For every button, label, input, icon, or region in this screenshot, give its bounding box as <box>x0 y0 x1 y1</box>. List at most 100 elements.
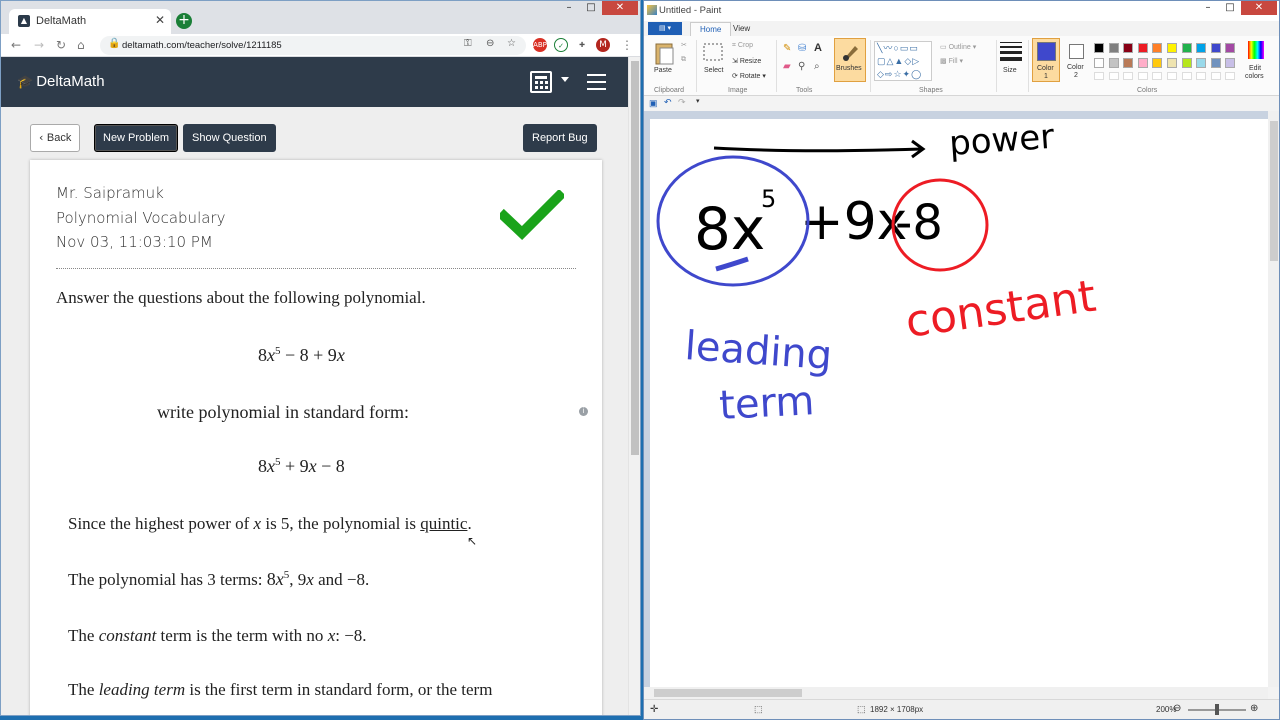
palette-swatch[interactable] <box>1225 58 1236 68</box>
custom-color-slot[interactable] <box>1210 72 1221 80</box>
report-bug-button[interactable]: Report Bug <box>523 124 597 152</box>
copy-icon[interactable]: ⧉ <box>681 56 686 64</box>
calculator-dropdown-icon[interactable] <box>561 77 569 82</box>
minimize-icon[interactable]: – <box>558 1 580 15</box>
palette-swatch[interactable] <box>1167 43 1177 53</box>
shapes-gallery[interactable]: ╲〰○▭▭ ▢△▲◇▷ ◇⇨☆✦◯ <box>874 41 932 81</box>
shield-extension-icon[interactable]: ✓ <box>554 38 568 52</box>
key-icon[interactable]: ⚿ <box>464 38 472 49</box>
magnifier-icon[interactable]: ⌕ <box>814 61 820 72</box>
calculator-icon[interactable] <box>530 71 552 93</box>
show-question-button[interactable]: Show Question <box>183 124 276 152</box>
palette-swatch[interactable] <box>1167 58 1177 68</box>
select-icon[interactable] <box>702 42 726 64</box>
deltamath-logo[interactable]: 🎓 DeltaMath <box>17 73 105 90</box>
palette-swatch[interactable] <box>1181 43 1192 53</box>
more-menu-icon[interactable]: ⋮ <box>621 38 633 52</box>
resize-button[interactable]: ⇲ Resize <box>732 57 761 65</box>
color2-button[interactable]: Color 2 <box>1064 38 1090 82</box>
close-window-icon[interactable]: ✕ <box>1241 1 1277 15</box>
file-menu-button[interactable]: ▤ ▾ <box>648 22 682 35</box>
custom-color-slot[interactable] <box>1196 72 1207 80</box>
maximize-icon[interactable]: □ <box>580 1 602 15</box>
adblock-extension-icon[interactable]: ABP <box>533 38 547 52</box>
drawing-canvas[interactable]: power 8x 5 +9x -8 leading term constant <box>650 117 1268 687</box>
hamburger-menu-icon[interactable] <box>587 74 606 95</box>
zoom-out-icon[interactable]: ⊖ <box>1173 703 1181 714</box>
palette-swatch[interactable] <box>1196 43 1207 53</box>
zoom-in-icon[interactable]: ⊕ <box>1250 703 1258 714</box>
custom-color-slot[interactable] <box>1152 72 1163 80</box>
reload-icon[interactable]: ↻ <box>56 38 66 52</box>
extensions-puzzle-icon[interactable]: ✚ <box>575 38 589 52</box>
palette-swatch[interactable] <box>1210 58 1221 68</box>
scrollbar-thumb[interactable] <box>654 689 802 697</box>
address-bar[interactable]: 🔒 deltamath.com/teacher/solve/1211185 ⚿ … <box>100 36 526 55</box>
minimize-icon[interactable]: – <box>1197 1 1219 15</box>
palette-swatch[interactable] <box>1108 43 1119 53</box>
palette-swatch[interactable] <box>1123 43 1134 53</box>
quintic-link[interactable]: quintic <box>420 514 467 533</box>
forward-arrow-icon[interactable]: → <box>34 38 44 52</box>
fill-bucket-icon[interactable]: ⛁ <box>798 43 806 54</box>
profile-avatar[interactable]: M <box>596 38 610 52</box>
scrollbar-thumb[interactable] <box>631 61 639 455</box>
home-icon[interactable]: ⌂ <box>77 38 85 52</box>
info-icon[interactable]: i <box>579 407 588 416</box>
fill-button[interactable]: ▩ Fill ▾ <box>940 57 963 65</box>
palette-swatch[interactable] <box>1094 58 1104 68</box>
redo-icon[interactable]: ↷ <box>678 97 686 108</box>
eraser-icon[interactable]: ▰ <box>783 61 791 72</box>
zoom-slider-thumb[interactable] <box>1215 704 1219 715</box>
page-scrollbar[interactable] <box>628 57 640 715</box>
custom-color-slot[interactable] <box>1137 72 1148 80</box>
palette-swatch[interactable] <box>1094 43 1104 53</box>
undo-icon[interactable]: ↶ <box>664 97 672 108</box>
color-picker-icon[interactable]: ⚲ <box>798 61 805 72</box>
palette-swatch[interactable] <box>1181 58 1192 68</box>
palette-swatch[interactable] <box>1152 58 1163 68</box>
paste-icon[interactable] <box>654 41 676 67</box>
custom-color-slot[interactable] <box>1225 72 1236 80</box>
pencil-icon[interactable]: ✎ <box>783 43 791 54</box>
edit-colors-button[interactable]: Edit colors <box>1241 39 1271 83</box>
star-icon[interactable]: ☆ <box>507 38 516 49</box>
cut-icon[interactable]: ✂ <box>681 41 687 49</box>
save-icon[interactable]: ▣ <box>649 98 658 109</box>
palette-swatch[interactable] <box>1210 43 1221 53</box>
paste-label[interactable]: Paste <box>654 67 672 74</box>
custom-color-slot[interactable] <box>1167 72 1177 80</box>
brushes-button[interactable]: Brushes <box>834 38 866 82</box>
palette-swatch[interactable] <box>1152 43 1163 53</box>
browser-tab[interactable]: ▲ DeltaMath ✕ <box>9 9 171 34</box>
canvas-horizontal-scrollbar[interactable] <box>644 687 1268 699</box>
new-tab-icon[interactable]: + <box>176 13 192 29</box>
back-arrow-icon[interactable]: ← <box>11 38 21 52</box>
select-label[interactable]: Select <box>704 67 723 74</box>
scrollbar-thumb[interactable] <box>1270 121 1278 261</box>
new-problem-button[interactable]: New Problem <box>94 124 179 152</box>
tab-view[interactable]: View <box>724 22 759 36</box>
back-button[interactable]: ‹ Back <box>30 124 81 152</box>
custom-color-slot[interactable] <box>1108 72 1119 80</box>
custom-color-slot[interactable] <box>1123 72 1134 80</box>
palette-swatch[interactable] <box>1137 58 1148 68</box>
close-window-icon[interactable]: ✕ <box>602 1 638 15</box>
custom-color-slot[interactable] <box>1094 72 1104 80</box>
palette-swatch[interactable] <box>1108 58 1119 68</box>
size-icon[interactable] <box>1000 42 1022 61</box>
crop-button[interactable]: ⌗ Crop <box>732 42 753 50</box>
size-label[interactable]: Size <box>1003 67 1017 74</box>
color1-button[interactable]: Color 1 <box>1032 38 1060 82</box>
palette-swatch[interactable] <box>1196 58 1207 68</box>
text-tool-icon[interactable]: A <box>814 42 822 54</box>
zoom-icon[interactable]: ⊖ <box>486 38 494 49</box>
palette-swatch[interactable] <box>1225 43 1236 53</box>
customize-qat-icon[interactable]: ▾ <box>696 97 700 105</box>
rotate-button[interactable]: ⟳ Rotate ▾ <box>732 72 766 80</box>
maximize-icon[interactable]: □ <box>1219 1 1241 15</box>
palette-swatch[interactable] <box>1137 43 1148 53</box>
canvas-vertical-scrollbar[interactable] <box>1268 111 1279 687</box>
custom-color-slot[interactable] <box>1181 72 1192 80</box>
palette-swatch[interactable] <box>1123 58 1134 68</box>
